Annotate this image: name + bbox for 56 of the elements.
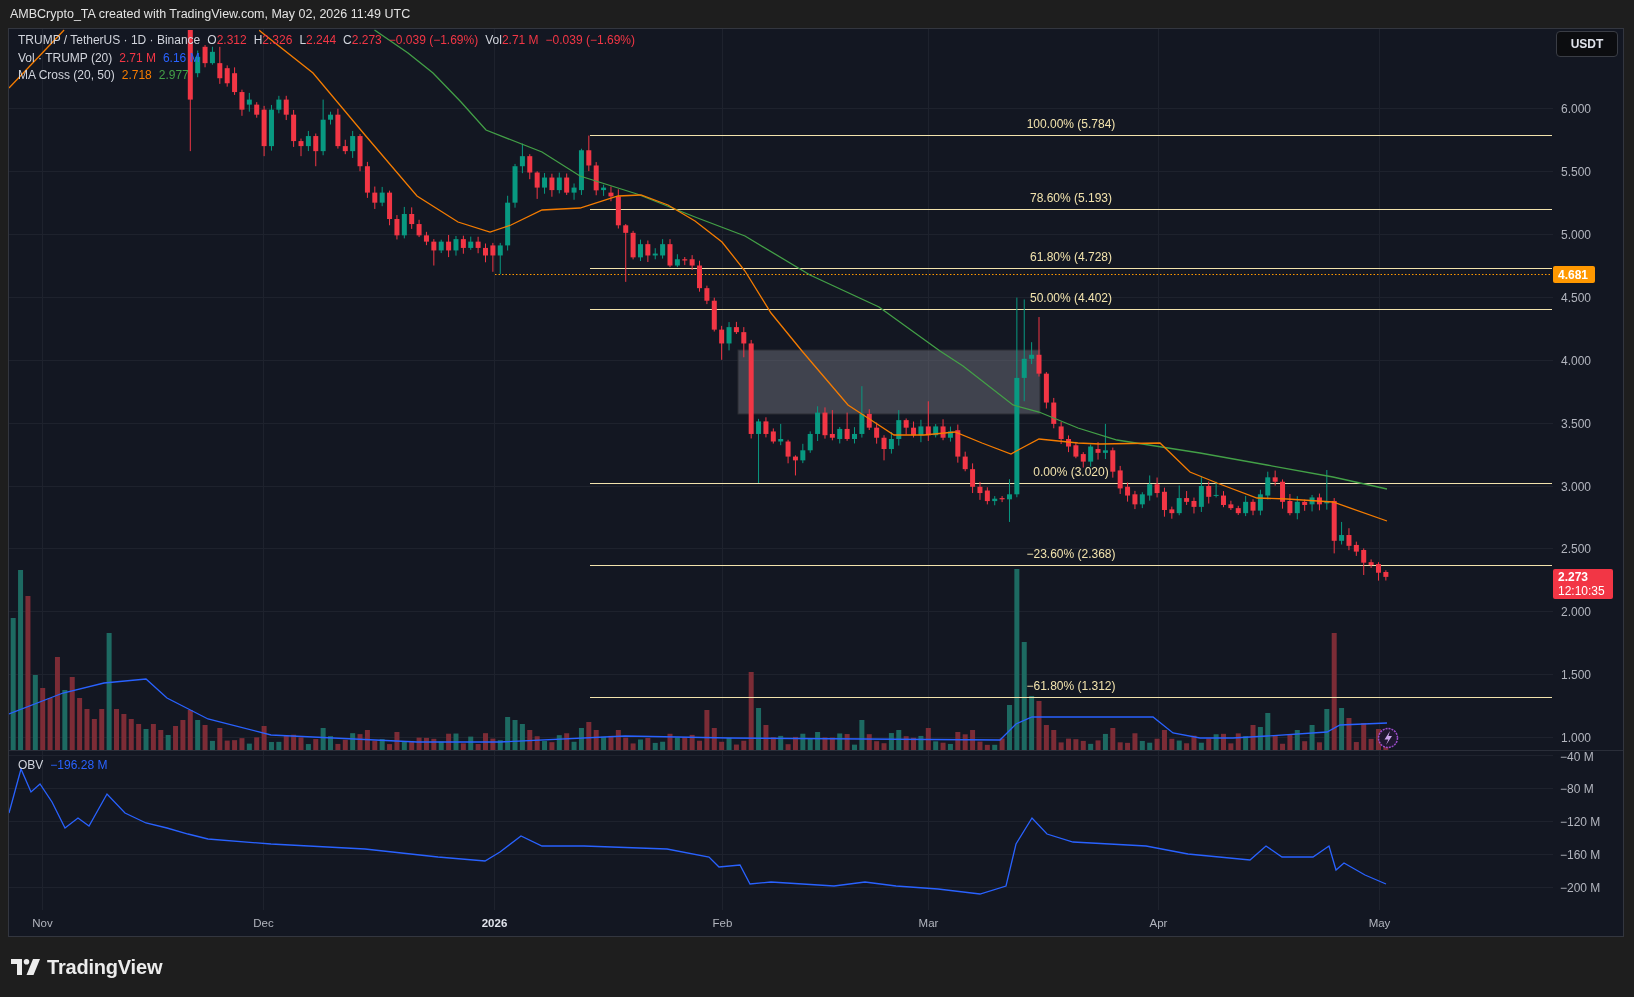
price-axis-label: 2.500 bbox=[1561, 541, 1592, 556]
indicator-name: OBV bbox=[18, 757, 44, 774]
price-axis-label: 6.000 bbox=[1561, 101, 1592, 116]
price-value: 4.681 bbox=[1558, 267, 1589, 282]
time-axis-label: Feb bbox=[712, 917, 733, 929]
price-axis-label: 3.000 bbox=[1561, 479, 1592, 494]
time-axis-label: 2026 bbox=[481, 917, 508, 929]
price-change: −0.039 (−1.69%) bbox=[388, 32, 479, 49]
lightning-icon[interactable] bbox=[1377, 727, 1399, 749]
price-axis-label: 3.500 bbox=[1561, 416, 1592, 431]
obv-axis-label: −40 M bbox=[1560, 751, 1594, 764]
price-axis-label: 1.000 bbox=[1561, 730, 1592, 745]
volume-label: Vol bbox=[485, 32, 502, 49]
indicator-value: 2.977 bbox=[158, 67, 189, 84]
obv-axis-label: −200 M bbox=[1560, 880, 1601, 895]
indicator-name: MA Cross (20, 50) bbox=[18, 67, 115, 84]
time-axis-label: Mar bbox=[918, 917, 939, 929]
fib-level-label: 50.00% (4.402) bbox=[1029, 290, 1113, 305]
indicator-name: Vol · TRUMP (20) bbox=[18, 49, 113, 67]
time-axis-label: Nov bbox=[32, 917, 53, 929]
indicator-value: 2.718 bbox=[121, 67, 152, 84]
ohlc-value: 2.312 bbox=[216, 32, 247, 49]
obv-axis-label: −120 M bbox=[1560, 814, 1601, 829]
fib-level-label: 100.00% (5.784) bbox=[1026, 116, 1116, 131]
time-axis-label: May bbox=[1368, 917, 1391, 929]
price-axis-label: 1.500 bbox=[1561, 667, 1592, 682]
currency-button[interactable]: USDT bbox=[1556, 31, 1618, 57]
price-value: 2.273 bbox=[1558, 570, 1589, 584]
brand-name: TradingView bbox=[47, 955, 163, 979]
indicator-value: 2.71 M bbox=[119, 49, 156, 67]
indicator-value: −196.28 M bbox=[50, 757, 108, 774]
ohlc-label: C bbox=[343, 32, 352, 49]
price-axis-label: 5.500 bbox=[1561, 164, 1592, 179]
volume-change: −0.039 (−1.69%) bbox=[545, 32, 635, 49]
ohlc-label: H bbox=[253, 32, 263, 49]
volume-value: 2.71 M bbox=[501, 32, 539, 49]
price-axis-label: 4.000 bbox=[1561, 353, 1592, 368]
fib-level-label: −61.80% (1.312) bbox=[1026, 678, 1116, 693]
time-axis-label: Apr bbox=[1149, 917, 1168, 929]
ohlc-value: 2.244 bbox=[306, 32, 337, 49]
attribution-text: AMBCrypto_TA created with TradingView.com, May 02, 2026 11:49 UTC bbox=[10, 7, 411, 21]
fib-level-label: −23.60% (2.368) bbox=[1026, 546, 1116, 561]
countdown-timer: 12:10:35 bbox=[1558, 584, 1605, 598]
obv-axis-label: −80 M bbox=[1560, 781, 1594, 796]
time-axis-label: Dec bbox=[253, 917, 274, 929]
obv-axis-label: −160 M bbox=[1560, 847, 1601, 862]
ohlc-label: L bbox=[299, 32, 307, 49]
fib-level-label: 0.00% (3.020) bbox=[1033, 464, 1109, 479]
price-axis-label: 4.500 bbox=[1561, 290, 1592, 305]
fib-level-label: 61.80% (4.728) bbox=[1029, 249, 1113, 264]
logo-icon bbox=[11, 959, 40, 975]
ohlc-value: 2.273 bbox=[351, 32, 382, 49]
fib-level-label: 78.60% (5.193) bbox=[1029, 190, 1113, 205]
price-axis-label: 5.000 bbox=[1561, 227, 1592, 242]
price-axis-label: 2.000 bbox=[1561, 604, 1592, 619]
ohlc-label: O bbox=[207, 32, 217, 49]
